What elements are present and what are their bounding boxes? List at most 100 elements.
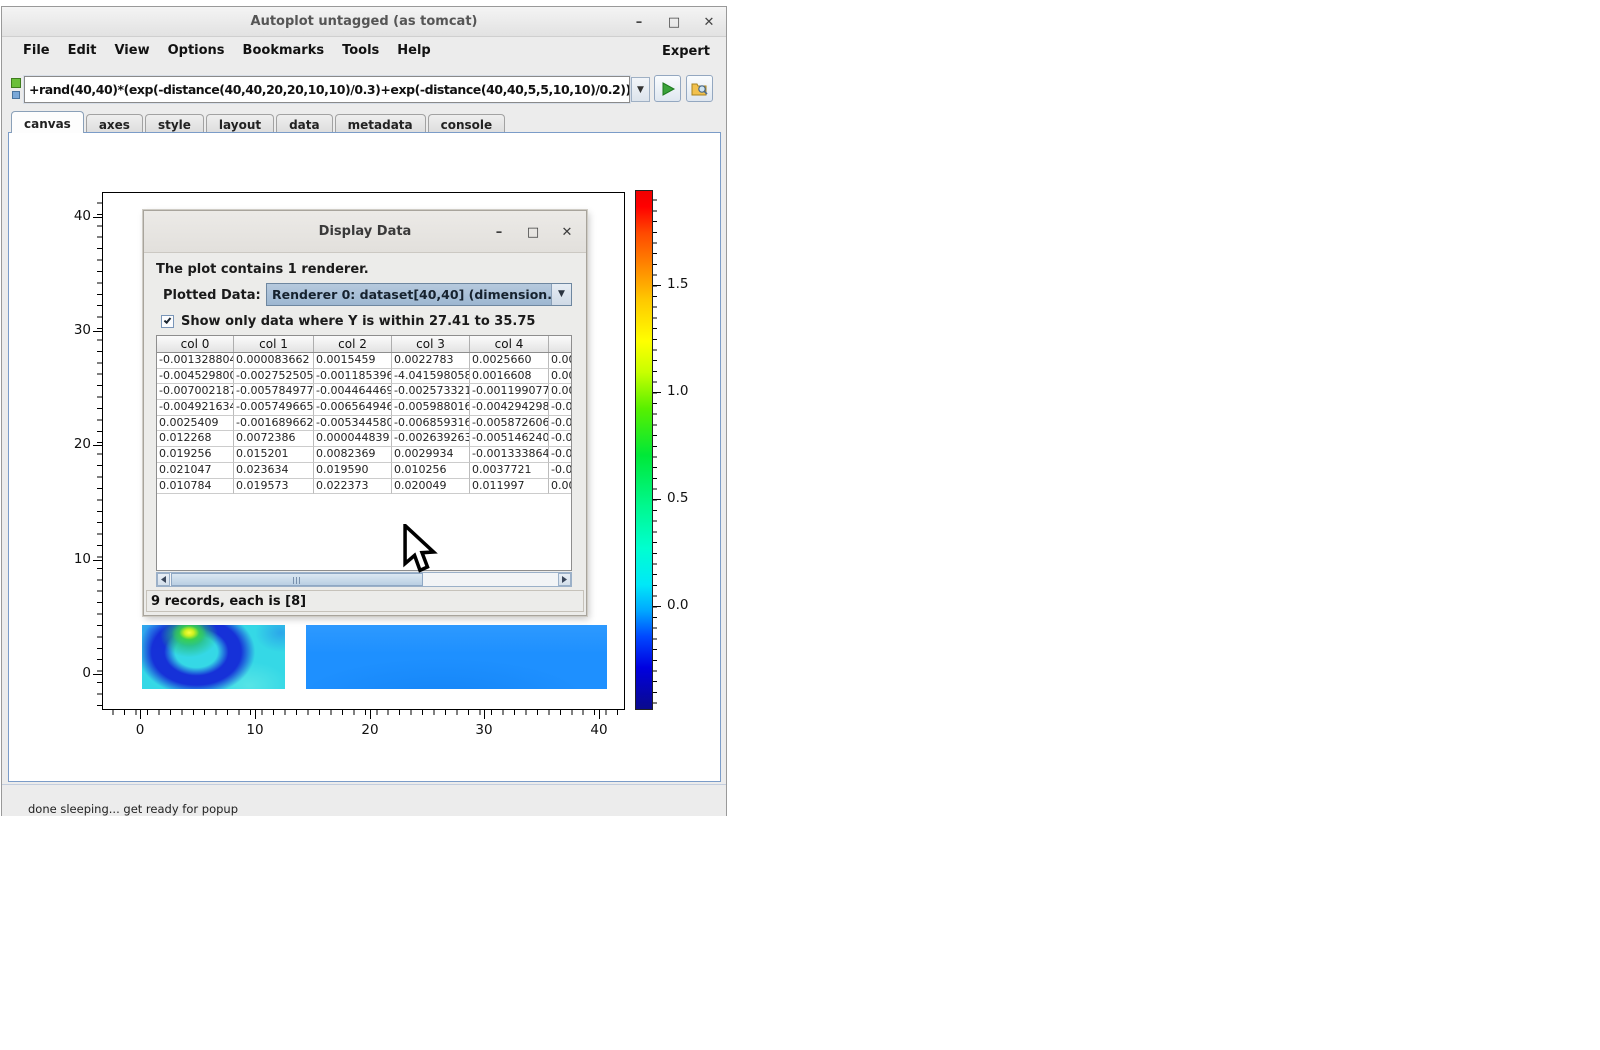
column-header[interactable]: col 2: [314, 336, 392, 352]
dialog-maximize-icon[interactable]: □: [526, 225, 540, 240]
table-cell[interactable]: 0.000083662: [234, 353, 314, 369]
table-cell[interactable]: -4.041598058...: [392, 369, 470, 385]
tab-canvas[interactable]: canvas: [11, 111, 84, 133]
scroll-left-icon[interactable]: [157, 573, 170, 586]
menu-view[interactable]: View: [105, 37, 158, 65]
table-cell[interactable]: 0.021047: [157, 463, 234, 479]
y-filter-checkbox[interactable]: [161, 315, 174, 328]
table-row[interactable]: -0.007002187...-0.005784977...-0.0044644…: [157, 384, 571, 400]
tab-layout[interactable]: layout: [206, 114, 274, 133]
plotted-data-combobox[interactable]: Renderer 0: dataset[40,40] (dimension...…: [266, 283, 572, 306]
table-cell[interactable]: 0.0016608: [470, 369, 549, 385]
menu-options[interactable]: Options: [159, 37, 234, 65]
table-cell[interactable]: 0.0015459: [314, 353, 392, 369]
table-cell[interactable]: -0.005988016...: [392, 400, 470, 416]
close-icon[interactable]: ✕: [702, 15, 716, 30]
tab-style[interactable]: style: [145, 114, 204, 133]
column-header[interactable]: col 0: [157, 336, 234, 352]
table-row[interactable]: 0.0122680.00723860.000044839-0.002639263…: [157, 431, 571, 447]
maximize-icon[interactable]: □: [667, 15, 681, 30]
table-row[interactable]: 0.0107840.0195730.0223730.0200490.011997…: [157, 479, 571, 495]
table-cell[interactable]: 0.015201: [234, 447, 314, 463]
table-cell[interactable]: 0.00: [549, 479, 572, 495]
menu-edit[interactable]: Edit: [59, 37, 106, 65]
table-cell[interactable]: 0.010256: [392, 463, 470, 479]
table-cell[interactable]: -0.002639263...: [392, 431, 470, 447]
table-cell[interactable]: 0.022373: [314, 479, 392, 495]
table-cell[interactable]: -0.004529800...: [157, 369, 234, 385]
table-cell[interactable]: -0.0: [549, 447, 572, 463]
table-cell[interactable]: 0.012268: [157, 431, 234, 447]
table-cell[interactable]: 0.0072386: [234, 431, 314, 447]
window-titlebar[interactable]: Autoplot untagged (as tomcat): [2, 7, 726, 37]
inspect-uri-button[interactable]: [686, 75, 713, 102]
column-header[interactable]: [549, 336, 572, 352]
table-row[interactable]: -0.001328804...0.0000836620.00154590.002…: [157, 353, 571, 369]
table-cell[interactable]: -0.005146240...: [470, 431, 549, 447]
table-cell[interactable]: 0.00: [549, 353, 572, 369]
table-cell[interactable]: -0.006859316...: [392, 416, 470, 432]
menu-expert[interactable]: Expert: [662, 44, 714, 59]
tab-metadata[interactable]: metadata: [335, 114, 426, 133]
menu-bookmarks[interactable]: Bookmarks: [234, 37, 334, 65]
table-cell[interactable]: 0.023634: [234, 463, 314, 479]
menu-help[interactable]: Help: [388, 37, 439, 65]
table-cell[interactable]: 0.00: [549, 369, 572, 385]
table-cell[interactable]: -0.001199077...: [470, 384, 549, 400]
column-header[interactable]: col 3: [392, 336, 470, 352]
minimize-icon[interactable]: –: [632, 15, 646, 30]
table-cell[interactable]: 0.00: [549, 384, 572, 400]
table-cell[interactable]: -0.002573321...: [392, 384, 470, 400]
table-cell[interactable]: 0.0037721: [470, 463, 549, 479]
go-button[interactable]: [654, 75, 681, 102]
table-cell[interactable]: 0.020049: [392, 479, 470, 495]
tab-console[interactable]: console: [428, 114, 506, 133]
scrollbar-thumb[interactable]: [171, 573, 423, 586]
table-cell[interactable]: -0.004294298...: [470, 400, 549, 416]
table-cell[interactable]: 0.0025660: [470, 353, 549, 369]
table-cell[interactable]: 0.011997: [470, 479, 549, 495]
colorbar[interactable]: [635, 190, 653, 710]
tab-data[interactable]: data: [276, 114, 333, 133]
table-cell[interactable]: 0.019256: [157, 447, 234, 463]
table-cell[interactable]: -0.001333864...: [470, 447, 549, 463]
horizontal-scrollbar[interactable]: [156, 572, 572, 587]
table-cell[interactable]: 0.010784: [157, 479, 234, 495]
uri-input[interactable]: +rand(40,40)*(exp(-distance(40,40,20,20,…: [24, 76, 630, 103]
table-cell[interactable]: 0.000044839: [314, 431, 392, 447]
scroll-right-icon[interactable]: [558, 573, 571, 586]
table-cell[interactable]: -0.001328804...: [157, 353, 234, 369]
table-cell[interactable]: -0.0: [549, 416, 572, 432]
table-cell[interactable]: 0.019573: [234, 479, 314, 495]
table-row[interactable]: 0.0192560.0152010.00823690.0029934-0.001…: [157, 447, 571, 463]
table-row[interactable]: -0.004529800...-0.002752505...-0.0011853…: [157, 369, 571, 385]
table-row[interactable]: 0.0210470.0236340.0195900.0102560.003772…: [157, 463, 571, 479]
table-cell[interactable]: 0.0022783: [392, 353, 470, 369]
table-cell[interactable]: -0.0: [549, 463, 572, 479]
table-cell[interactable]: -0.006564946...: [314, 400, 392, 416]
table-cell[interactable]: 0.019590: [314, 463, 392, 479]
combobox-arrow-icon[interactable]: ▼: [551, 284, 571, 305]
dialog-minimize-icon[interactable]: –: [492, 225, 506, 240]
tab-axes[interactable]: axes: [86, 114, 143, 133]
table-cell[interactable]: -0.005749665...: [234, 400, 314, 416]
table-row[interactable]: -0.004921634...-0.005749665...-0.0065649…: [157, 400, 571, 416]
table-cell[interactable]: -0.005344580...: [314, 416, 392, 432]
table-cell[interactable]: -0.001689662...: [234, 416, 314, 432]
table-cell[interactable]: 0.0082369: [314, 447, 392, 463]
table-cell[interactable]: -0.007002187...: [157, 384, 234, 400]
table-cell[interactable]: 0.0029934: [392, 447, 470, 463]
uri-dropdown-icon[interactable]: ▼: [631, 77, 650, 102]
column-header[interactable]: col 1: [234, 336, 314, 352]
table-cell[interactable]: -0.005784977...: [234, 384, 314, 400]
table-cell[interactable]: 0.0025409: [157, 416, 234, 432]
table-cell[interactable]: -0.005872606...: [470, 416, 549, 432]
table-cell[interactable]: -0.0: [549, 431, 572, 447]
dialog-close-icon[interactable]: ✕: [560, 225, 574, 240]
table-row[interactable]: 0.0025409-0.001689662...-0.005344580...-…: [157, 416, 571, 432]
menu-tools[interactable]: Tools: [333, 37, 388, 65]
table-cell[interactable]: -0.004464469...: [314, 384, 392, 400]
table-cell[interactable]: -0.002752505...: [234, 369, 314, 385]
column-header[interactable]: col 4: [470, 336, 549, 352]
table-cell[interactable]: -0.0: [549, 400, 572, 416]
